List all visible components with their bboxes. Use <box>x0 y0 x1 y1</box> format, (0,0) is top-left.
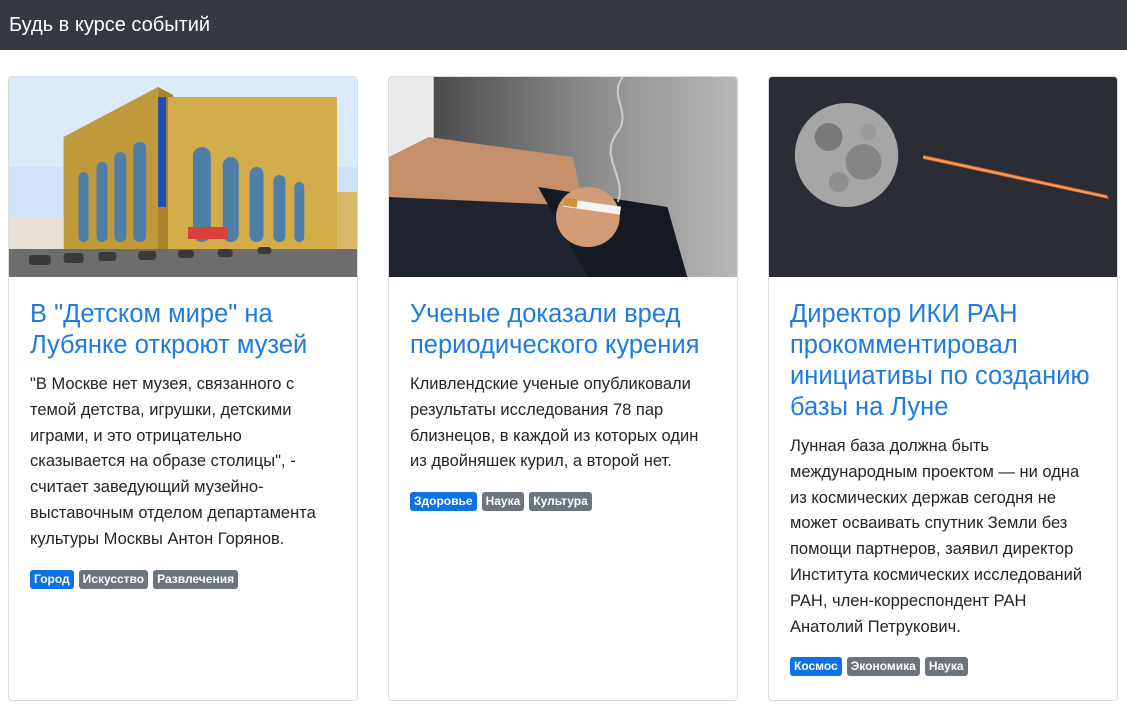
tag-list: Город Искусство Развлечения <box>30 569 336 589</box>
tag-list: Космос Экономика Наука <box>790 657 1096 677</box>
tag-badge[interactable]: Наука <box>924 657 968 677</box>
tag-badge[interactable]: Культура <box>529 492 592 512</box>
tag-badge[interactable]: Развлечения <box>153 569 239 589</box>
card-text: Кливлендские ученые опубликовали результ… <box>410 375 699 471</box>
card-image[interactable] <box>769 77 1117 277</box>
card-body: Ученые доказали вред периодического куре… <box>389 277 737 512</box>
news-card: Директор ИКИ РАН прокомментировал инициа… <box>768 76 1118 701</box>
card-title[interactable]: В "Детском мире" на Лубянке откроют музе… <box>30 299 336 361</box>
card-title[interactable]: Директор ИКИ РАН прокомментировал инициа… <box>790 299 1096 423</box>
card-body: В "Детском мире" на Лубянке откроют музе… <box>9 277 357 589</box>
tag-badge[interactable]: Экономика <box>846 657 920 677</box>
news-card: В "Детском мире" на Лубянке откроют музе… <box>8 76 358 701</box>
tag-badge[interactable]: Наука <box>481 492 525 512</box>
tag-badge[interactable]: Здоровье <box>410 492 477 512</box>
news-card: Ученые доказали вред периодического куре… <box>388 76 738 701</box>
card-text: Лунная база должна быть международным пр… <box>790 437 1083 636</box>
card-image[interactable] <box>9 77 357 277</box>
navbar-brand[interactable]: Будь в курсе событий <box>9 14 210 37</box>
tag-badge[interactable]: Космос <box>790 657 842 677</box>
tag-badge[interactable]: Город <box>30 569 74 589</box>
card-text: "В Москве нет музея, связанного с темой … <box>30 375 316 548</box>
navbar: Будь в курсе событий <box>0 0 1127 50</box>
tag-list: Здоровье Наука Культура <box>410 492 716 512</box>
card-image[interactable] <box>389 77 737 277</box>
card-body: Директор ИКИ РАН прокомментировал инициа… <box>769 277 1117 677</box>
tag-badge[interactable]: Искусство <box>78 569 149 589</box>
card-title[interactable]: Ученые доказали вред периодического куре… <box>410 299 716 361</box>
